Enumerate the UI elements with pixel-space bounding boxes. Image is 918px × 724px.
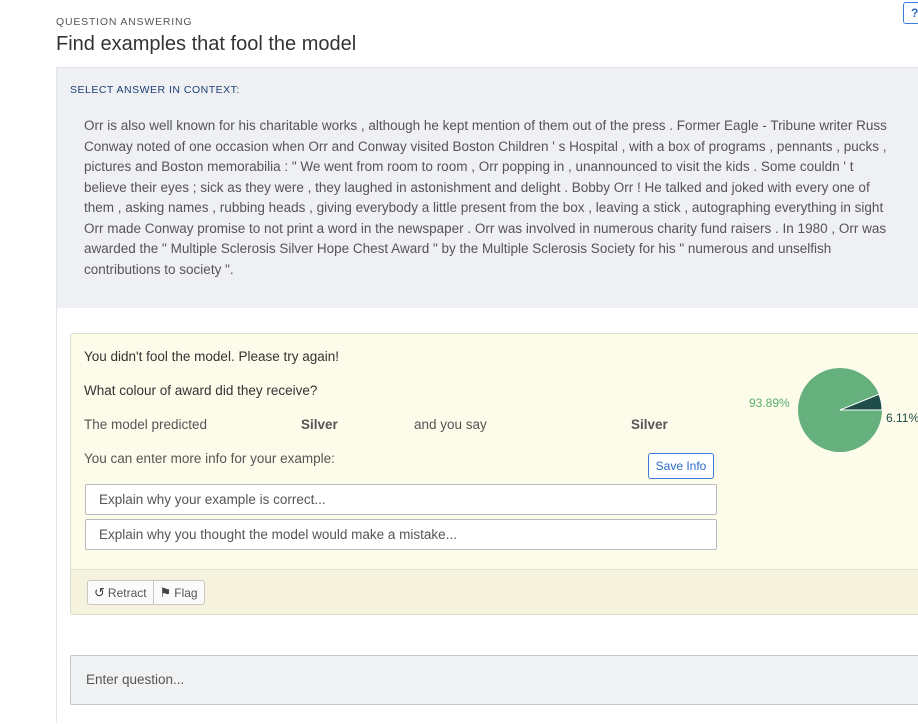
prediction-label: The model predicted [84,417,208,432]
save-info-button[interactable]: Save Info [648,453,714,479]
explain-mistake-input[interactable]: Explain why you thought the model would … [85,519,717,550]
retract-button[interactable]: ↺ Retract [87,580,154,605]
undo-icon: ↺ [94,584,105,600]
context-line[interactable]: believe their eyes ; sick as they were ,… [84,178,918,199]
pie-label-major: 93.89% [749,396,790,410]
context-label: SELECT ANSWER IN CONTEXT: [70,84,240,96]
prediction-value: Silver [301,417,338,432]
confidence-pie [740,360,918,460]
context-line[interactable]: them , asking names , rubbing heads , gi… [84,198,918,219]
user-answer-label: and you say [414,417,487,432]
context-passage[interactable]: Orr is also well known for his charitabl… [84,116,918,280]
context-line[interactable]: Orr made Conway promise to not print a w… [84,219,918,240]
submitted-question: What colour of award did they receive? [84,383,318,398]
context-line[interactable]: pictures and Boston memorabilia : " We w… [84,157,918,178]
flag-icon: ⚑ [159,584,172,600]
question-input[interactable]: Enter question... [70,655,918,705]
pie-label-minor: 6.11% [886,411,918,425]
explain-correct-input[interactable]: Explain why your example is correct... [85,484,717,515]
result-message: You didn't fool the model. Please try ag… [84,349,339,364]
confidence-pie-svg [798,368,883,452]
task-eyebrow: QUESTION ANSWERING [56,16,193,28]
page-title: Find examples that fool the model [56,33,357,55]
context-line[interactable]: contributions to society ". [84,260,918,281]
result-actions: ↺ Retract ⚑ Flag [87,580,205,605]
more-info-label: You can enter more info for your example… [84,451,335,466]
retract-label: Retract [107,585,147,600]
flag-label: Flag [174,585,198,600]
context-line[interactable]: awarded the " Multiple Sclerosis Silver … [84,239,918,260]
context-line[interactable]: Orr is also well known for his charitabl… [84,116,918,137]
page: ? QUESTION ANSWERING Find examples that … [0,0,918,724]
context-line[interactable]: Conway noted of one occasion when Orr an… [84,137,918,158]
help-button[interactable]: ? [903,2,918,24]
user-answer-value: Silver [631,417,668,432]
flag-button[interactable]: ⚑ Flag [153,580,205,605]
